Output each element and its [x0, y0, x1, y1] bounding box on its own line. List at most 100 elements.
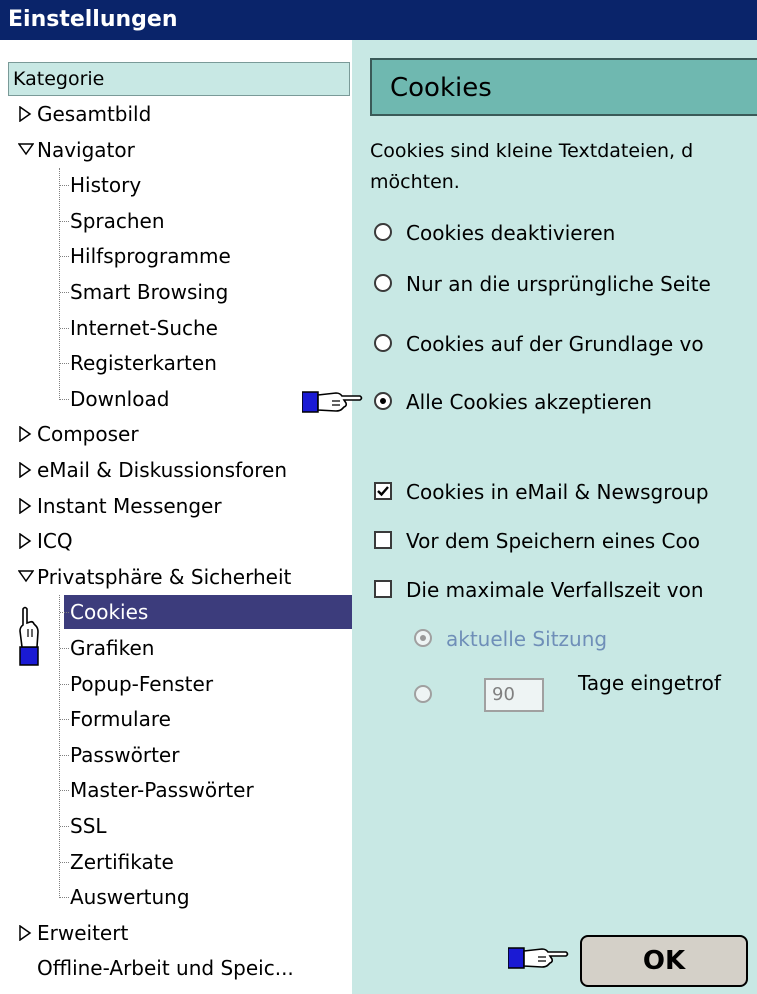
collapsed-triangle-icon[interactable] [18, 453, 34, 487]
tree-connector [60, 861, 69, 863]
expanded-triangle-icon[interactable] [18, 133, 34, 167]
tree-item-label: ICQ [37, 529, 73, 554]
pointing-hand-icon [508, 947, 569, 969]
radio-button[interactable] [374, 274, 392, 292]
tree-subcategory[interactable]: Cookies [0, 595, 352, 630]
tree-item-label: Instant Messenger [37, 493, 222, 518]
radio-label: aktuelle Sitzung [446, 627, 608, 651]
tree-item-label: eMail & Diskussionsforen [37, 458, 288, 482]
tree-category[interactable]: Navigator [0, 133, 352, 167]
days-input[interactable]: 90 [484, 678, 544, 712]
tree-category[interactable]: Privatsphäre & Sicherheit [0, 560, 352, 594]
tree-item-label: Smart Browsing [70, 280, 229, 304]
tree-subcategory[interactable]: Grafiken [0, 631, 352, 665]
checkbox[interactable] [374, 580, 392, 598]
checkbox-max-lifetime[interactable]: Die maximale Verfallszeit von [374, 573, 757, 607]
tree-category[interactable]: Offline-Arbeit und Speic... [0, 951, 352, 985]
tree-connector [60, 790, 69, 792]
checkbox-label: Vor dem Speichern eines Coo [406, 529, 700, 553]
tree-subcategory[interactable]: History [0, 168, 352, 202]
tree-subcategory[interactable]: Hilfsprogramme [0, 239, 352, 273]
collapsed-triangle-icon[interactable] [18, 916, 34, 950]
collapsed-triangle-icon[interactable] [18, 489, 34, 523]
tree-item-label: Gesamtbild [37, 102, 152, 126]
tree-subcategory[interactable]: SSL [0, 809, 352, 843]
tree-subcategory[interactable]: Smart Browsing [0, 275, 352, 309]
tree-subcategory[interactable]: Master-Passwörter [0, 773, 352, 807]
radio-current-session[interactable]: aktuelle Sitzung [414, 622, 757, 656]
tree-subcategory[interactable]: Download [0, 382, 352, 416]
tree-connector [60, 719, 69, 721]
tree-connector [60, 292, 69, 293]
tree-connector [60, 327, 69, 329]
tree-connector [60, 897, 69, 899]
pointing-hand-up-icon [19, 606, 39, 666]
tree-connector [59, 168, 60, 400]
radio-button-checked-disabled[interactable] [414, 629, 432, 647]
category-tree-pane: Kategorie Gesamtbild Navigator History Spra… [0, 57, 352, 994]
tree-subcategory[interactable]: Popup-Fenster [0, 667, 352, 701]
checkbox-checked[interactable] [374, 482, 392, 500]
radio-button-disabled[interactable] [414, 685, 432, 703]
tree-item-label: Registerkarten [70, 351, 217, 376]
tree-header: Kategorie [8, 62, 350, 96]
expanded-triangle-icon[interactable] [18, 560, 34, 594]
window-title: Einstellungen [0, 0, 757, 40]
tree-category[interactable]: Erweitert [0, 916, 352, 950]
tree-item-label: SSL [70, 814, 107, 838]
tree-category[interactable]: Composer [0, 417, 352, 451]
tree-category[interactable]: Instant Messenger [0, 489, 352, 523]
collapsed-triangle-icon[interactable] [18, 97, 34, 131]
tree-item-label: Formulare [70, 707, 171, 732]
checkbox-ask-before-store[interactable]: Vor dem Speichern eines Coo [374, 524, 757, 558]
checkbox-label: Cookies in eMail & Newsgroup [406, 480, 709, 504]
tree-item-label: Composer [37, 422, 139, 447]
tree-category[interactable]: ICQ [0, 524, 352, 558]
radio-label: Alle Cookies akzeptieren [406, 390, 652, 414]
tree-connector [59, 595, 60, 898]
tree-category[interactable]: Gesamtbild [0, 97, 352, 131]
tree-connector [60, 256, 69, 258]
radio-label: Cookies auf der Grundlage vo [406, 332, 704, 356]
tree-subcategory[interactable]: Internet-Suche [0, 311, 352, 345]
radio-button-checked[interactable] [374, 392, 392, 410]
tree-connector [60, 185, 69, 187]
tree-item-label: Cookies [70, 600, 149, 625]
tree-connector [60, 683, 69, 685]
description-line-1: Cookies sind kleine Textdateien, d [370, 140, 694, 162]
radio-accept-all[interactable]: Alle Cookies akzeptieren [374, 385, 757, 419]
tree-item-label: Auswertung [70, 885, 190, 910]
tree-item-label: Privatsphäre & Sicherheit [37, 564, 292, 589]
tree-item-label: Offline-Arbeit und Speic... [37, 956, 294, 981]
collapsed-triangle-icon[interactable] [18, 417, 34, 451]
tree-connector [60, 612, 69, 614]
panel-title: Cookies [370, 58, 757, 116]
tree-item-label: Grafiken [70, 636, 155, 660]
tree-item-label: Download [70, 386, 170, 411]
radio-origin-only[interactable]: Nur an die ursprüngliche Seite [374, 267, 757, 301]
checkbox[interactable] [374, 531, 392, 549]
tree-subcategory[interactable]: Passwörter [0, 738, 352, 772]
radio-button[interactable] [374, 334, 392, 352]
tree-item-label: Passwörter [70, 742, 180, 767]
description-line-2: möchten. [370, 171, 460, 193]
tree-item-label: Sprachen [70, 208, 165, 233]
tree-item-label: Popup-Fenster [70, 671, 214, 696]
tree-subcategory[interactable]: Registerkarten [0, 346, 352, 380]
radio-button[interactable] [374, 223, 392, 241]
tree-category[interactable]: eMail & Diskussionsforen [0, 453, 352, 487]
tree-subcategory[interactable]: Zertifikate [0, 845, 352, 879]
ok-button[interactable]: OK [580, 935, 748, 987]
radio-label: Cookies deaktivieren [406, 221, 616, 245]
checkbox-mail-cookies[interactable]: Cookies in eMail & Newsgroup [374, 475, 757, 509]
tree-item-label: Hilfsprogramme [70, 244, 231, 269]
radio-policy-based[interactable]: Cookies auf der Grundlage vo [374, 327, 757, 361]
tree-subcategory[interactable]: Auswertung [0, 880, 352, 914]
checkbox-label: Die maximale Verfallszeit von [406, 578, 704, 602]
settings-panel: Cookies Cookies sind kleine Textdateien,… [352, 40, 757, 994]
tree-subcategory[interactable]: Formulare [0, 702, 352, 736]
radio-cookies-disable[interactable]: Cookies deaktivieren [374, 216, 757, 250]
collapsed-triangle-icon[interactable] [18, 524, 34, 558]
tree-item-label: Navigator [37, 137, 135, 162]
tree-subcategory[interactable]: Sprachen [0, 204, 352, 238]
